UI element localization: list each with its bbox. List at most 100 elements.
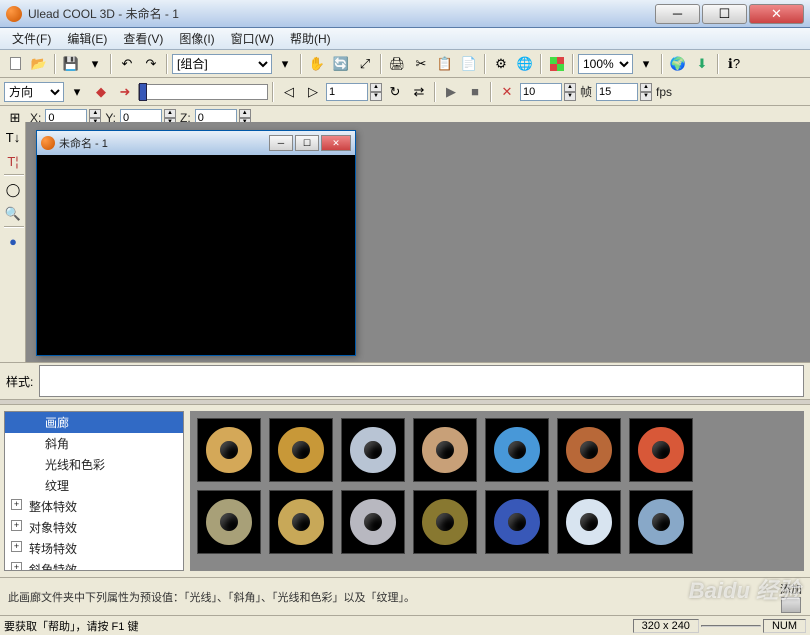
add-button[interactable]: 添加 [780,581,802,613]
paste-icon[interactable]: 📄 [458,53,480,75]
close-button[interactable]: ✕ [749,4,804,24]
workspace: 未命名 - 1 ─ ☐ ✕ [26,122,810,362]
gallery-thumbnail[interactable] [485,418,549,482]
gallery-description: 此画廊文件夹中下列属性为预设值：「光线」、「斜角」、「光线和色彩」以及「纹理」。 [8,589,772,605]
menu-window[interactable]: 窗口(W) [223,28,282,49]
open-button[interactable]: 📂 [28,53,50,75]
cut-icon[interactable]: ✂ [410,53,432,75]
tree-item[interactable]: +转场特效 [5,538,183,559]
tree-item[interactable]: 斜角 [5,433,183,454]
gallery-thumbnail[interactable] [269,490,333,554]
gallery-tree[interactable]: 画廊斜角光线和色彩纹理 + 整体特效 +对象特效+转场特效+斜角特效 [4,411,184,571]
pingpong-icon[interactable]: ⇄ [408,81,430,103]
scale-tool-icon[interactable]: ⤢ [354,53,376,75]
copy-icon[interactable]: 📋 [434,53,456,75]
menu-image[interactable]: 图像(I) [171,28,222,49]
window-title: Ulead COOL 3D - 未命名 - 1 [28,5,655,22]
fps-input[interactable] [596,83,638,101]
delete-key-icon[interactable]: ✕ [496,81,518,103]
doc-minimize-button[interactable]: ─ [269,135,293,151]
tree-expand-icon[interactable]: + [11,499,22,510]
gallery-thumbnail[interactable] [269,418,333,482]
save-dropdown[interactable]: ▾ [84,53,106,75]
web-icon[interactable]: 🌍 [667,53,689,75]
mode-combo[interactable]: [组合] [172,54,272,74]
hand-tool-icon[interactable]: ✋ [306,53,328,75]
menu-view[interactable]: 查看(V) [115,28,171,49]
frame-spin-up[interactable]: ▲ [370,83,382,92]
redo-button[interactable]: ↷ [140,53,162,75]
document-window[interactable]: 未命名 - 1 ─ ☐ ✕ [36,130,356,356]
doc-close-button[interactable]: ✕ [321,135,351,151]
gallery-thumbnail[interactable] [557,418,621,482]
fps-spin-down[interactable]: ▼ [640,92,652,101]
play-icon[interactable]: ▶ [440,81,462,103]
tree-item[interactable]: +对象特效 [5,517,183,538]
menu-file[interactable]: 文件(F) [4,28,59,49]
doc-maximize-button[interactable]: ☐ [295,135,319,151]
gallery-thumbnail[interactable] [341,490,405,554]
z-spin-up[interactable]: ▲ [239,109,251,118]
checker-icon[interactable] [546,53,568,75]
next-key-icon[interactable]: ▷ [302,81,324,103]
total-spin-up[interactable]: ▲ [564,83,576,92]
globe-icon[interactable]: 🌐 [514,53,536,75]
mode-dropdown[interactable]: ▾ [274,53,296,75]
stop-icon[interactable]: ■ [464,81,486,103]
shape-tool-icon[interactable]: ◯ [2,178,24,200]
new-button[interactable] [4,53,26,75]
frame-spin-down[interactable]: ▼ [370,92,382,101]
text-tool-icon[interactable]: T↓ [2,126,24,148]
zoom-combo[interactable]: 100% [578,54,633,74]
direction-combo[interactable]: 方向 [4,82,64,102]
sphere-tool-icon[interactable]: ● [2,230,24,252]
prev-key-icon[interactable]: ◁ [278,81,300,103]
tree-expand-icon[interactable]: + [11,541,22,552]
tree-item[interactable]: 纹理 [5,475,183,496]
zoom-dropdown[interactable]: ▾ [635,53,657,75]
tree-expand-icon[interactable]: + [11,562,22,571]
zoom-tool-icon[interactable]: 🔍 [2,202,24,224]
total-frames-input[interactable] [520,83,562,101]
undo-button[interactable]: ↶ [116,53,138,75]
y-spin-up[interactable]: ▲ [164,109,176,118]
gallery-thumbnail[interactable] [485,490,549,554]
canvas[interactable] [37,155,355,355]
tree-item[interactable]: 光线和色彩 [5,454,183,475]
fps-unit-label: fps [656,85,672,99]
gallery-thumbnail[interactable] [197,490,261,554]
tree-expand-icon[interactable]: + [11,520,22,531]
print-icon[interactable]: 🖨 [386,53,408,75]
menu-help[interactable]: 帮助(H) [282,28,339,49]
gallery-thumbnail[interactable] [629,418,693,482]
direction-dropdown[interactable]: ▾ [66,81,88,103]
total-spin-down[interactable]: ▼ [564,92,576,101]
loop-icon[interactable]: ↻ [384,81,406,103]
help-pointer-icon[interactable]: ℹ? [723,53,745,75]
gallery-thumbnail[interactable] [629,490,693,554]
minimize-button[interactable]: ─ [655,4,700,24]
tree-item[interactable]: +斜角特效 [5,559,183,571]
timeline-slider[interactable] [138,84,268,100]
text-edit-icon[interactable]: T¦ [2,150,24,172]
gallery-thumbnail[interactable] [413,418,477,482]
maximize-button[interactable]: ☐ [702,4,747,24]
save-button[interactable]: 💾 [60,53,82,75]
key-add-icon[interactable]: ◆ [90,81,112,103]
render-icon[interactable]: ⚙ [490,53,512,75]
x-spin-up[interactable]: ▲ [89,109,101,118]
tree-item-label: 整体特效 [29,500,77,514]
frame-input[interactable] [326,83,368,101]
gallery-thumbnail[interactable] [197,418,261,482]
key-move-icon[interactable]: ➜ [114,81,136,103]
gallery-thumbnail[interactable] [413,490,477,554]
fps-spin-up[interactable]: ▲ [640,83,652,92]
export-icon[interactable]: ⬇ [691,53,713,75]
style-preview[interactable] [39,365,804,397]
rotate-tool-icon[interactable]: 🔄 [330,53,352,75]
gallery-thumbnail[interactable] [341,418,405,482]
gallery-thumbnail[interactable] [557,490,621,554]
menu-edit[interactable]: 编辑(E) [59,28,115,49]
tree-item[interactable]: + 整体特效 [5,496,183,517]
tree-item[interactable]: 画廊 [5,412,183,433]
